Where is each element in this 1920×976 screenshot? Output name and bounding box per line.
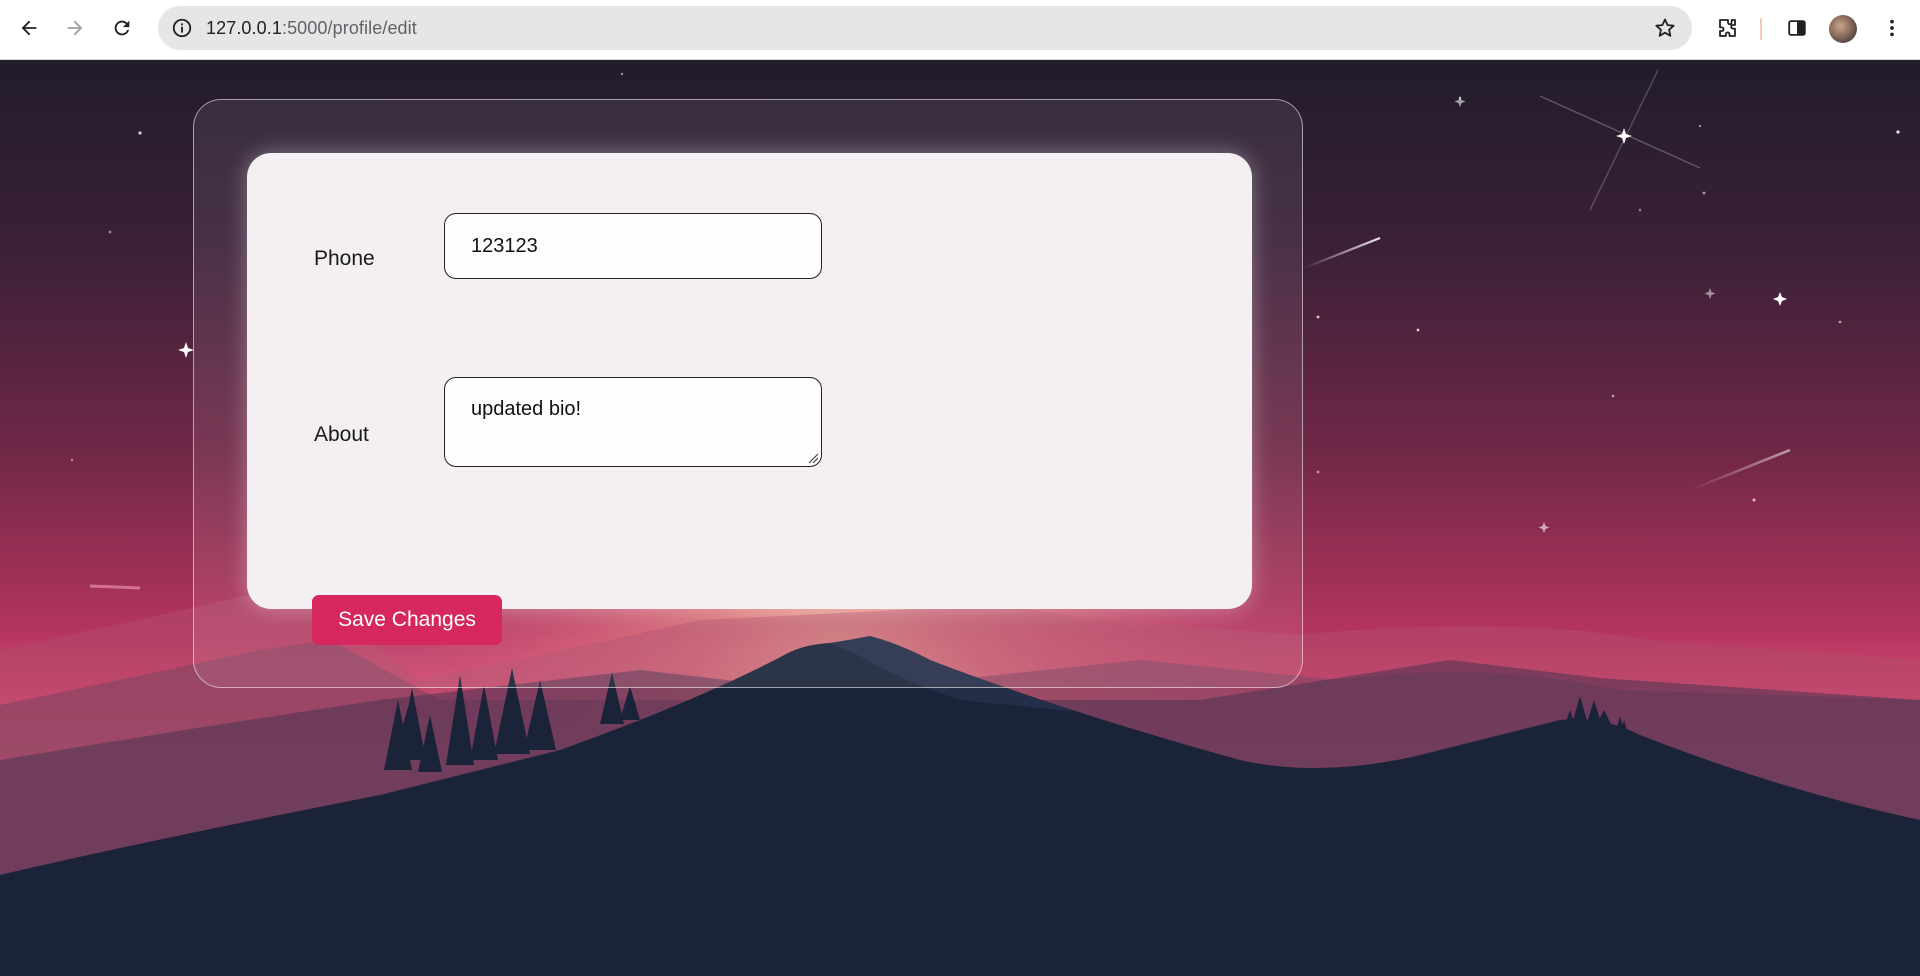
toolbar-divider: [1760, 18, 1762, 40]
arrow-left-icon: [21, 20, 37, 36]
phone-label: Phone: [314, 247, 375, 270]
forward-button[interactable]: [57, 10, 93, 46]
side-panel-button[interactable]: [1781, 12, 1813, 44]
puzzle-icon: [1719, 19, 1736, 37]
save-changes-button[interactable]: Save Changes: [312, 595, 502, 645]
url-text: 127.0.0.1:5000/profile/edit: [206, 18, 417, 39]
extensions-button[interactable]: [1711, 12, 1743, 44]
arrow-right-icon: [67, 20, 83, 36]
about-textarea[interactable]: updated bio!: [444, 377, 822, 467]
profile-edit-card: Phone 123123 About updated bio! Save Cha…: [247, 153, 1252, 645]
page-background: Phone 123123 About updated bio! Save Cha…: [0, 60, 1920, 976]
profile-avatar[interactable]: [1829, 15, 1857, 43]
reload-button[interactable]: [104, 10, 140, 46]
resize-handle-icon[interactable]: [807, 452, 819, 464]
browser-toolbar: 127.0.0.1:5000/profile/edit: [0, 0, 1920, 60]
phone-input[interactable]: 123123: [444, 213, 822, 279]
about-textarea-value: updated bio!: [471, 398, 582, 420]
address-bar[interactable]: 127.0.0.1:5000/profile/edit: [158, 6, 1692, 50]
about-label: About: [314, 423, 369, 446]
phone-input-value: 123123: [471, 235, 538, 257]
menu-button[interactable]: [1876, 12, 1908, 44]
kebab-menu-icon: [1890, 19, 1894, 37]
site-info-icon[interactable]: [168, 14, 196, 42]
url-path: :5000/profile/edit: [281, 18, 417, 38]
side-panel-icon: [1788, 20, 1806, 36]
back-button[interactable]: [11, 10, 47, 46]
url-host: 127.0.0.1: [206, 18, 282, 38]
reload-icon: [114, 20, 130, 36]
bookmark-star-icon[interactable]: [1652, 15, 1678, 41]
